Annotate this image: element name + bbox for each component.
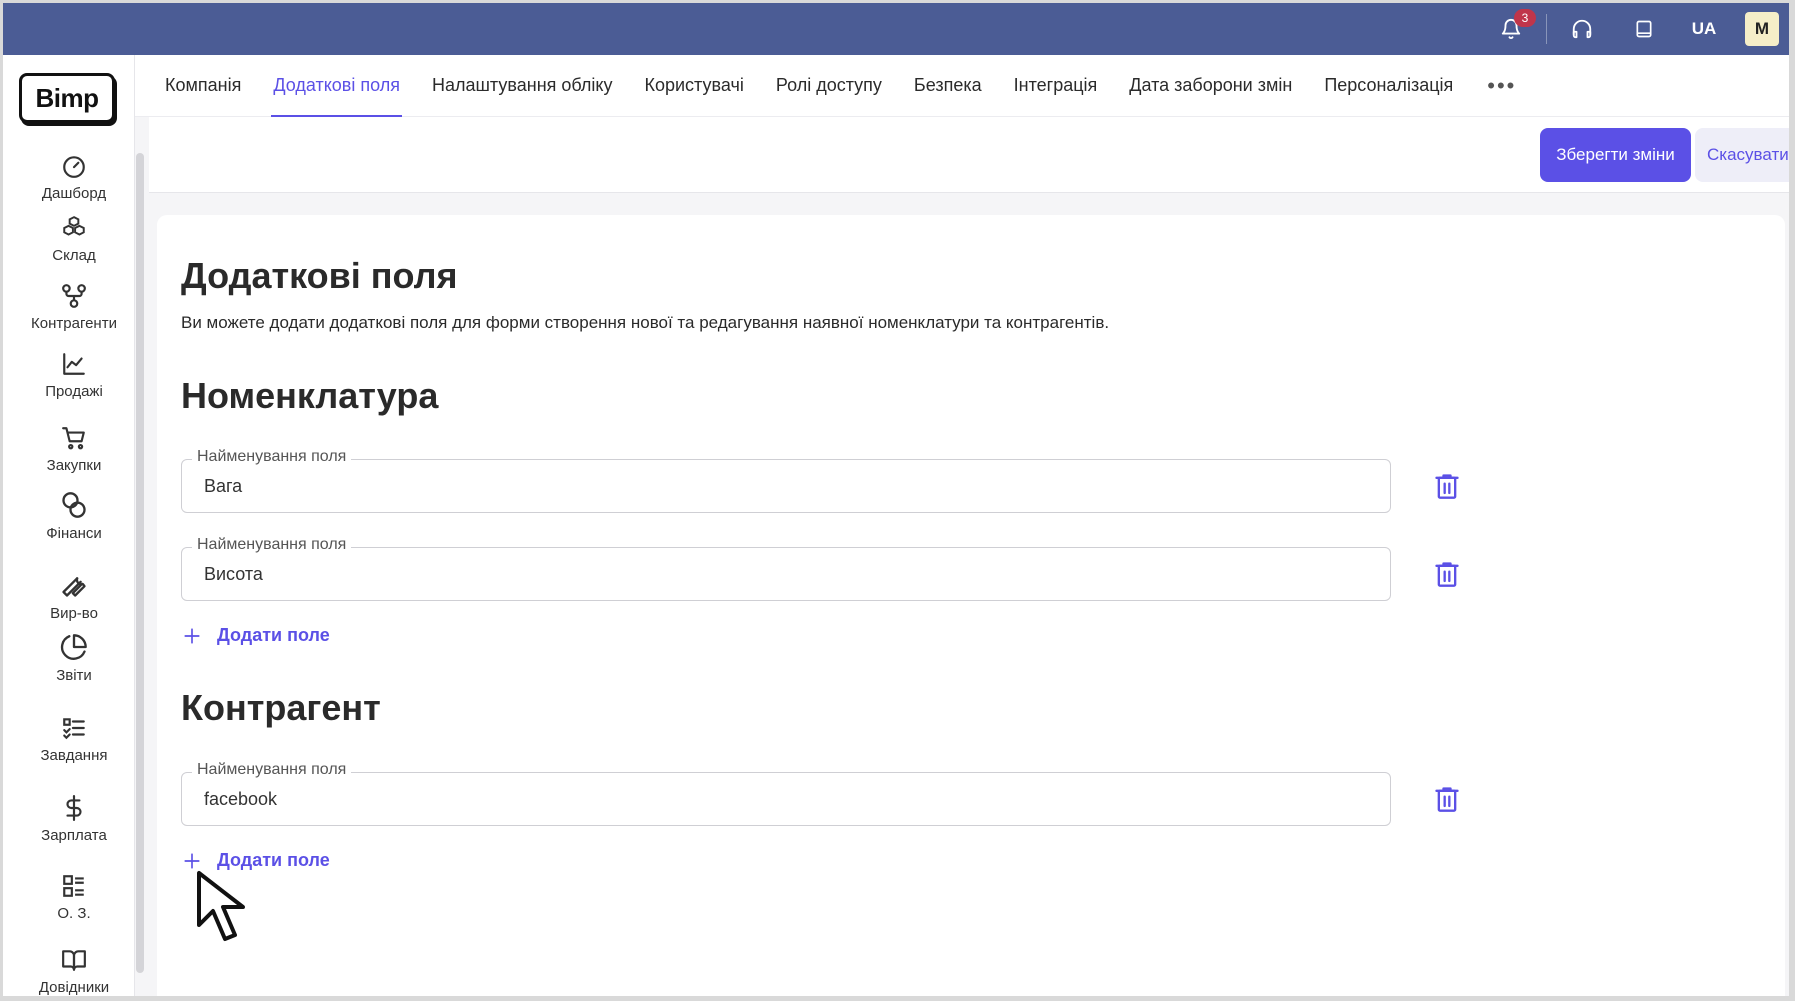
pie-chart-icon bbox=[60, 634, 87, 660]
tab-integration[interactable]: Інтеграція bbox=[998, 55, 1114, 117]
gauge-icon bbox=[63, 156, 85, 178]
sidebar-item-label: Контрагенти bbox=[31, 315, 117, 332]
delete-field-button[interactable] bbox=[1427, 779, 1467, 819]
sidebar-item-fixed-assets[interactable]: О. З. bbox=[3, 873, 145, 922]
sidebar-item-label: Вир-во bbox=[50, 605, 98, 622]
sidebar-item-production[interactable]: Вир-во bbox=[3, 571, 145, 622]
logo[interactable]: Bimp bbox=[19, 73, 115, 123]
settings-tabs: Компанія Додаткові поля Налаштування обл… bbox=[135, 55, 1789, 117]
tab-change-lock-date[interactable]: Дата заборони змін bbox=[1113, 55, 1308, 117]
page-description: Ви можете додати додаткові поля для форм… bbox=[181, 313, 1110, 332]
sidebar-item-counterparties[interactable]: Контрагенти bbox=[3, 283, 145, 332]
sidebar-item-label: Дашборд bbox=[41, 185, 107, 202]
nomenclature-field-2: Найменування поля bbox=[181, 536, 1391, 601]
docs-button[interactable] bbox=[1613, 3, 1675, 55]
sidebar: Bimp Дашборд Склад Контрагенти Продажі З… bbox=[3, 55, 135, 996]
add-field-label: Додати поле bbox=[217, 850, 330, 870]
tab-accounting-settings[interactable]: Налаштування обліку bbox=[416, 55, 629, 117]
sidebar-scrollbar[interactable] bbox=[136, 153, 144, 973]
checklist-icon bbox=[63, 718, 85, 740]
cancel-button[interactable]: Скасувати bbox=[1695, 128, 1789, 182]
sidebar-item-salary[interactable]: Зарплата bbox=[3, 795, 145, 844]
trash-icon bbox=[1435, 787, 1459, 812]
tab-security[interactable]: Безпека bbox=[898, 55, 998, 117]
cart-icon bbox=[62, 427, 85, 450]
sidebar-item-label: Фінанси bbox=[46, 525, 102, 542]
sidebar-item-purchases[interactable]: Закупки bbox=[3, 425, 145, 474]
field-name-input[interactable] bbox=[204, 773, 1374, 825]
sidebar-item-label: Довідники bbox=[38, 979, 110, 996]
support-button[interactable] bbox=[1551, 3, 1613, 55]
mouse-cursor-icon bbox=[197, 871, 245, 941]
field-name-input[interactable] bbox=[204, 548, 1374, 600]
book-icon bbox=[62, 950, 86, 971]
topbar-divider bbox=[1546, 14, 1547, 44]
coins-icon bbox=[62, 492, 86, 518]
counterparty-field-1: Найменування поля bbox=[181, 761, 1391, 826]
sidebar-item-label: Закупки bbox=[46, 457, 102, 474]
chart-line-icon bbox=[63, 353, 85, 375]
section-title-counterparty: Контрагент bbox=[181, 687, 381, 728]
sidebar-item-label: Звіти bbox=[56, 667, 92, 684]
tab-users[interactable]: Користувачі bbox=[628, 55, 759, 117]
page-title: Додаткові поля bbox=[181, 255, 458, 296]
delete-field-button[interactable] bbox=[1427, 466, 1467, 506]
sidebar-item-tasks[interactable]: Завдання bbox=[3, 715, 145, 764]
tab-additional-fields[interactable]: Додаткові поля bbox=[257, 55, 416, 117]
language-switcher[interactable]: UA bbox=[1675, 3, 1733, 55]
sidebar-item-label: Завдання bbox=[40, 747, 108, 764]
field-name-input[interactable] bbox=[204, 460, 1374, 512]
sidebar-item-label: Продажі bbox=[45, 383, 103, 400]
add-counterparty-field-button[interactable]: Додати поле bbox=[183, 850, 330, 871]
notifications-button[interactable]: 3 bbox=[1480, 3, 1542, 55]
section-title-nomenclature: Номенклатура bbox=[181, 375, 439, 416]
nodes-icon bbox=[62, 284, 86, 308]
boxes-icon bbox=[63, 216, 85, 236]
add-field-label: Додати поле bbox=[217, 625, 330, 645]
save-button[interactable]: Зберегти зміни bbox=[1540, 128, 1691, 182]
trash-icon bbox=[1435, 474, 1459, 499]
tab-personalization[interactable]: Персоналізація bbox=[1308, 55, 1469, 117]
dollar-icon bbox=[66, 795, 82, 821]
book-open-icon bbox=[1636, 20, 1652, 38]
assets-list-icon bbox=[63, 875, 84, 897]
sidebar-item-dashboard[interactable]: Дашборд bbox=[3, 153, 145, 202]
nomenclature-field-1: Найменування поля bbox=[181, 448, 1391, 513]
content-card: Додаткові поля Ви можете додати додатков… bbox=[157, 215, 1785, 996]
app-window: 3 UA M Bimp Дашборд Склад Контрагенти Пр… bbox=[3, 3, 1789, 996]
action-bar: Зберегти зміни Скасувати bbox=[149, 117, 1789, 193]
sidebar-item-label: О. З. bbox=[57, 905, 91, 922]
sidebar-item-finance[interactable]: Фінанси bbox=[3, 491, 145, 542]
add-nomenclature-field-button[interactable]: Додати поле bbox=[183, 625, 330, 646]
trash-icon bbox=[1435, 562, 1459, 587]
headset-icon bbox=[1572, 19, 1592, 39]
sidebar-item-label: Зарплата bbox=[41, 827, 107, 844]
wrench-icon bbox=[62, 577, 86, 597]
more-tabs-icon[interactable]: ••• bbox=[1469, 55, 1534, 117]
plus-icon bbox=[184, 627, 200, 644]
notifications-badge: 3 bbox=[1514, 9, 1536, 27]
tab-company[interactable]: Компанія bbox=[149, 55, 257, 117]
sidebar-item-reports[interactable]: Звіти bbox=[3, 633, 145, 684]
sidebar-item-label: Склад bbox=[52, 247, 96, 264]
sidebar-item-directories[interactable]: Довідники bbox=[3, 947, 145, 996]
sidebar-item-sales[interactable]: Продажі bbox=[3, 351, 145, 400]
tab-access-roles[interactable]: Ролі доступу bbox=[760, 55, 898, 117]
plus-icon bbox=[184, 852, 200, 869]
sidebar-item-warehouse[interactable]: Склад bbox=[3, 215, 145, 264]
avatar[interactable]: M bbox=[1745, 12, 1779, 46]
top-bar: 3 UA M bbox=[3, 3, 1789, 55]
delete-field-button[interactable] bbox=[1427, 554, 1467, 594]
